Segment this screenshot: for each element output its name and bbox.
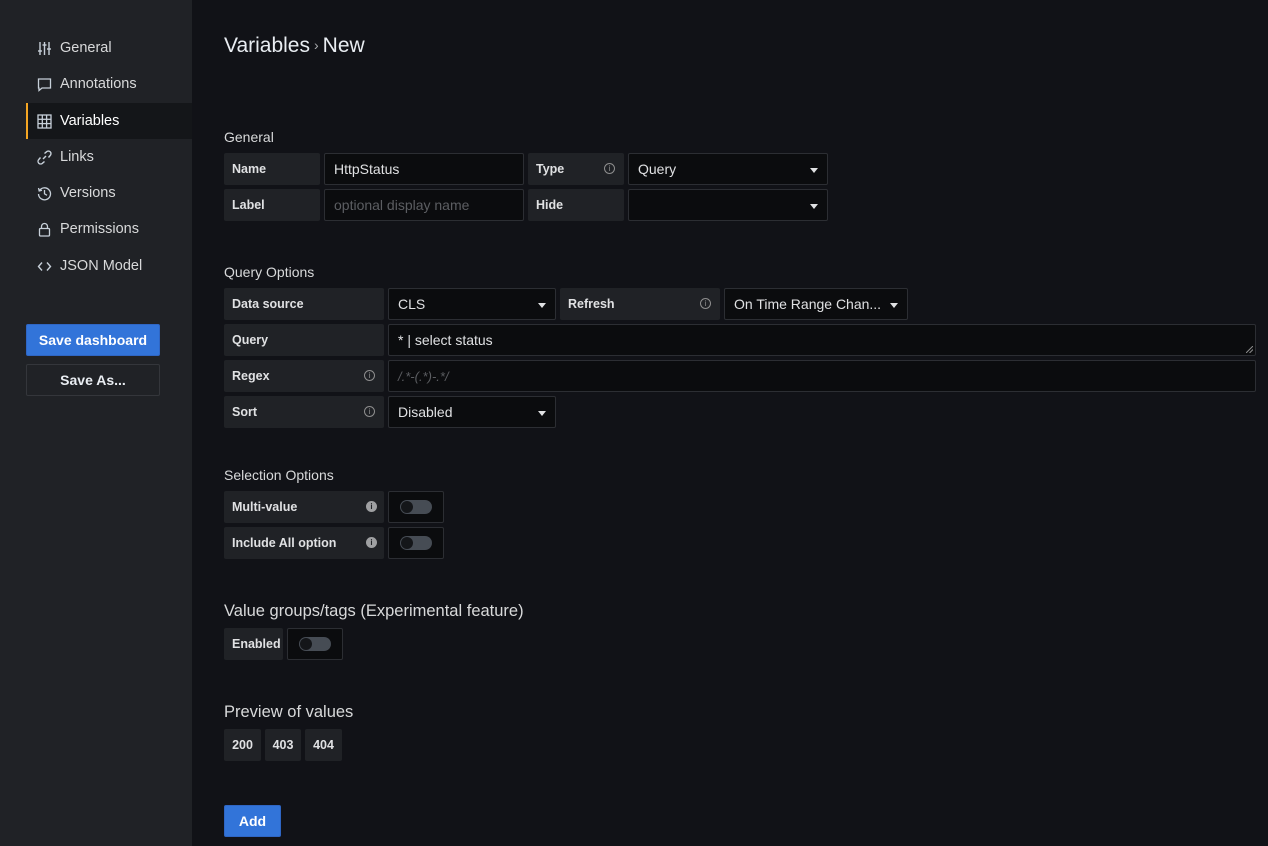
name-input[interactable]: HttpStatus (324, 153, 524, 185)
type-select[interactable]: Query (628, 153, 828, 185)
sidebar-item-versions[interactable]: Versions (26, 175, 192, 211)
resize-handle-icon[interactable] (1246, 346, 1253, 353)
include-all-label: Include All option i (224, 527, 384, 559)
breadcrumb-current: New (322, 34, 365, 57)
toggle-knob (300, 638, 312, 650)
add-button[interactable]: Add (224, 805, 281, 837)
info-icon: i (366, 537, 377, 548)
sidebar-item-label: Variables (60, 113, 120, 129)
comment-icon (36, 76, 52, 92)
caret-down-icon (810, 204, 818, 209)
enabled-switch-container (287, 628, 343, 660)
include-all-switch-container (388, 527, 444, 559)
regex-label: Regex i (224, 360, 384, 392)
enabled-label: Enabled (224, 628, 283, 660)
multi-value-label-text: Multi-value (232, 500, 298, 514)
type-label: Type i (528, 153, 624, 185)
breadcrumb: Variables › New (224, 34, 365, 58)
query-label: Query (224, 324, 384, 356)
multi-value-label: Multi-value i (224, 491, 384, 523)
label-input[interactable]: optional display name (324, 189, 524, 221)
label-label: Label (224, 189, 320, 221)
save-as-button[interactable]: Save As... (26, 364, 160, 396)
sidebar-item-permissions[interactable]: Permissions (26, 211, 192, 247)
caret-down-icon (538, 411, 546, 416)
section-title-value-groups: Value groups/tags (Experimental feature) (224, 602, 524, 620)
info-icon: i (366, 501, 377, 512)
info-icon: i (364, 406, 375, 417)
breadcrumb-parent[interactable]: Variables (224, 34, 310, 57)
sort-select[interactable]: Disabled (388, 396, 556, 428)
refresh-label: Refresh i (560, 288, 720, 320)
sidebar-item-label: JSON Model (60, 258, 143, 274)
datasource-select[interactable]: CLS (388, 288, 556, 320)
multi-value-toggle[interactable] (400, 500, 432, 514)
toggle-knob (401, 501, 413, 513)
sidebar-item-annotations[interactable]: Annotations (26, 66, 192, 102)
caret-down-icon (890, 303, 898, 308)
refresh-select[interactable]: On Time Range Chan... (724, 288, 908, 320)
regex-input[interactable]: /.*-(.*)-.*/ (388, 360, 1256, 392)
sidebar-item-links[interactable]: Links (26, 139, 192, 175)
datasource-label: Data source (224, 288, 384, 320)
include-all-label-text: Include All option (232, 536, 337, 550)
info-icon: i (604, 163, 615, 174)
save-dashboard-button[interactable]: Save dashboard (26, 324, 160, 356)
preview-value-chip: 200 (224, 729, 261, 761)
caret-down-icon (538, 303, 546, 308)
sort-label: Sort i (224, 396, 384, 428)
section-title-preview: Preview of values (224, 703, 354, 721)
breadcrumb-separator: › (314, 37, 319, 53)
history-icon (36, 185, 52, 201)
section-title-selection-options: Selection Options (224, 467, 334, 483)
multi-value-switch-container (388, 491, 444, 523)
datasource-select-value: CLS (398, 296, 426, 312)
preview-value-chip: 404 (305, 729, 342, 761)
sidebar-item-label: Permissions (60, 221, 139, 237)
sidebar-item-label: Annotations (60, 76, 137, 92)
sidebar-item-label: General (60, 40, 112, 56)
sidebar-item-label: Versions (60, 185, 116, 201)
sidebar-item-general[interactable]: General (26, 30, 192, 66)
refresh-label-text: Refresh (568, 297, 615, 311)
hide-select[interactable] (628, 189, 828, 221)
query-textarea[interactable]: * | select status (388, 324, 1256, 356)
info-icon: i (364, 370, 375, 381)
type-select-value: Query (638, 161, 677, 177)
regex-label-text: Regex (232, 369, 270, 383)
sliders-icon (36, 40, 52, 56)
sort-select-value: Disabled (398, 404, 453, 420)
hide-label: Hide (528, 189, 624, 221)
table-icon (36, 113, 52, 129)
name-label: Name (224, 153, 320, 185)
sidebar-item-label: Links (60, 149, 94, 165)
caret-down-icon (810, 168, 818, 173)
query-textarea-value: * | select status (398, 332, 493, 348)
include-all-toggle[interactable] (400, 536, 432, 550)
enabled-toggle[interactable] (299, 637, 331, 651)
link-icon (36, 149, 52, 165)
lock-icon (36, 221, 52, 237)
sort-label-text: Sort (232, 405, 257, 419)
sidebar-item-json-model[interactable]: JSON Model (26, 248, 192, 284)
section-title-general: General (224, 129, 274, 145)
section-title-query-options: Query Options (224, 264, 315, 280)
code-icon (36, 258, 52, 274)
info-icon: i (700, 298, 711, 309)
toggle-knob (401, 537, 413, 549)
sidebar-item-variables[interactable]: Variables (26, 103, 192, 139)
refresh-select-value: On Time Range Chan... (734, 296, 882, 312)
sidebar: General Annotations Variables Links Vers… (0, 0, 192, 846)
type-label-text: Type (536, 162, 565, 176)
preview-value-chip: 403 (265, 729, 301, 761)
